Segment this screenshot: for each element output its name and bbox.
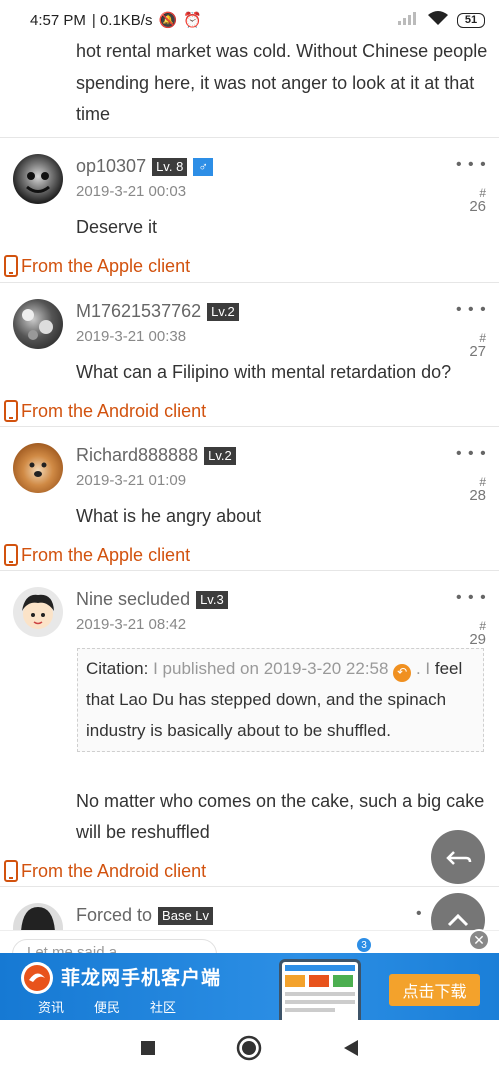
client-source: From the Android client [4,860,206,882]
floor-number: # 26 [469,186,486,215]
comment-count-badge: 3 [357,938,371,952]
phone-icon [4,400,18,422]
post-floor-26: op10307 Lv. 8 ♂ 2019-3-21 00:03 • • • # … [0,137,499,282]
ad-sub-community: 社区 [150,1000,177,1015]
phone-icon [4,544,18,566]
wifi-icon [427,10,449,30]
client-label: From the Android client [21,860,207,881]
floor-number: # 27 [469,331,486,360]
more-options-icon[interactable]: • • • [456,589,487,607]
recent-apps-icon[interactable] [140,1040,156,1061]
username[interactable]: M17621537762 [76,301,201,322]
username[interactable]: Nine secluded [76,589,190,610]
level-badge: Lv.3 [196,590,228,609]
client-label: From the Apple client [21,255,191,276]
username[interactable]: Richard888888 [76,445,198,466]
post-date: 2019-3-21 00:38 [76,328,187,345]
post-content: Deserve it [76,217,158,237]
close-ad-icon[interactable]: ✕ [468,929,490,951]
ad-sub-news: 资讯 [38,1000,65,1015]
alarm-icon: ⏰ [183,12,202,29]
floor-number: # 28 [469,475,486,504]
clock: 4:57 PM [30,11,86,29]
ad-sub-service: 便民 [94,1000,121,1015]
jump-to-quote-icon[interactable]: ↶ [393,663,412,682]
more-options-icon[interactable]: • [416,905,423,923]
level-badge: Lv. 8 [152,157,188,176]
reply-button[interactable] [431,830,485,884]
ad-banner[interactable]: 菲龙网手机客户端 资讯 便民 社区 点击下载 ✕ [0,929,499,1021]
male-icon: ♂ [193,157,214,176]
more-options-icon[interactable]: • • • [456,445,487,463]
app-logo-icon [21,962,53,994]
phone-mockup-image [279,959,361,1021]
phone-icon [4,860,18,882]
post-content: What can a Filipino with mental retardat… [76,362,452,382]
home-icon[interactable] [236,1035,262,1066]
download-button[interactable]: 点击下载 [389,974,480,1006]
back-icon[interactable] [342,1039,360,1062]
reply-icon [446,851,472,865]
system-nav-bar [0,1020,499,1080]
citation-label: Citation: [86,659,149,678]
signal-icon [397,11,419,29]
citation-block: Citation: I published on 2019-3-20 22:58… [77,648,484,752]
previous-post-text: hot rental market was cold. Without Chin… [76,41,488,124]
client-source: From the Apple client [4,255,190,277]
username[interactable]: op10307 [76,156,146,177]
citation-meta-tail: . I [415,659,431,678]
post-content: What is he angry about [76,506,262,526]
post-floor-27: M17621537762 Lv.2 2019-3-21 00:38 • • • … [0,282,499,426]
level-badge: Base Lv [158,906,214,925]
mute-icon: 🔕 [158,12,178,29]
floor-number: # 29 [469,619,486,648]
client-source: From the Apple client [4,544,190,566]
username[interactable]: Forced to [76,905,152,926]
post-date: 2019-3-21 08:42 [76,616,187,633]
network-speed: | 0.1KB/s [91,11,153,29]
battery-icon: 51 [457,12,485,28]
client-label: From the Apple client [21,544,191,565]
ad-title: 菲龙网手机客户端 [61,967,222,989]
avatar[interactable] [13,587,63,637]
post-floor-30: Forced to Base Lv • [0,886,499,931]
avatar[interactable] [13,443,63,493]
level-badge: Lv.2 [207,302,239,321]
phone-icon [4,255,18,277]
chevron-up-icon [447,913,469,927]
ad-subtitles: 资讯 便民 社区 [38,997,176,1016]
level-badge: Lv.2 [204,446,236,465]
avatar[interactable] [13,154,63,204]
client-source: From the Android client [4,400,206,422]
status-bar: 4:57 PM | 0.1KB/s 🔕 ⏰ 51 [0,0,499,40]
post-floor-28: Richard888888 Lv.2 2019-3-21 01:09 • • •… [0,426,499,570]
more-options-icon[interactable]: • • • [456,156,487,174]
citation-meta: I published on 2019-3-20 22:58 [153,659,389,678]
post-date: 2019-3-21 01:09 [76,472,187,489]
post-date: 2019-3-21 00:03 [76,183,187,200]
avatar[interactable] [13,299,63,349]
client-label: From the Android client [21,400,207,421]
post-content: No matter who comes on the cake, such a … [76,791,485,842]
more-options-icon[interactable]: • • • [456,301,487,319]
avatar[interactable] [13,903,63,931]
